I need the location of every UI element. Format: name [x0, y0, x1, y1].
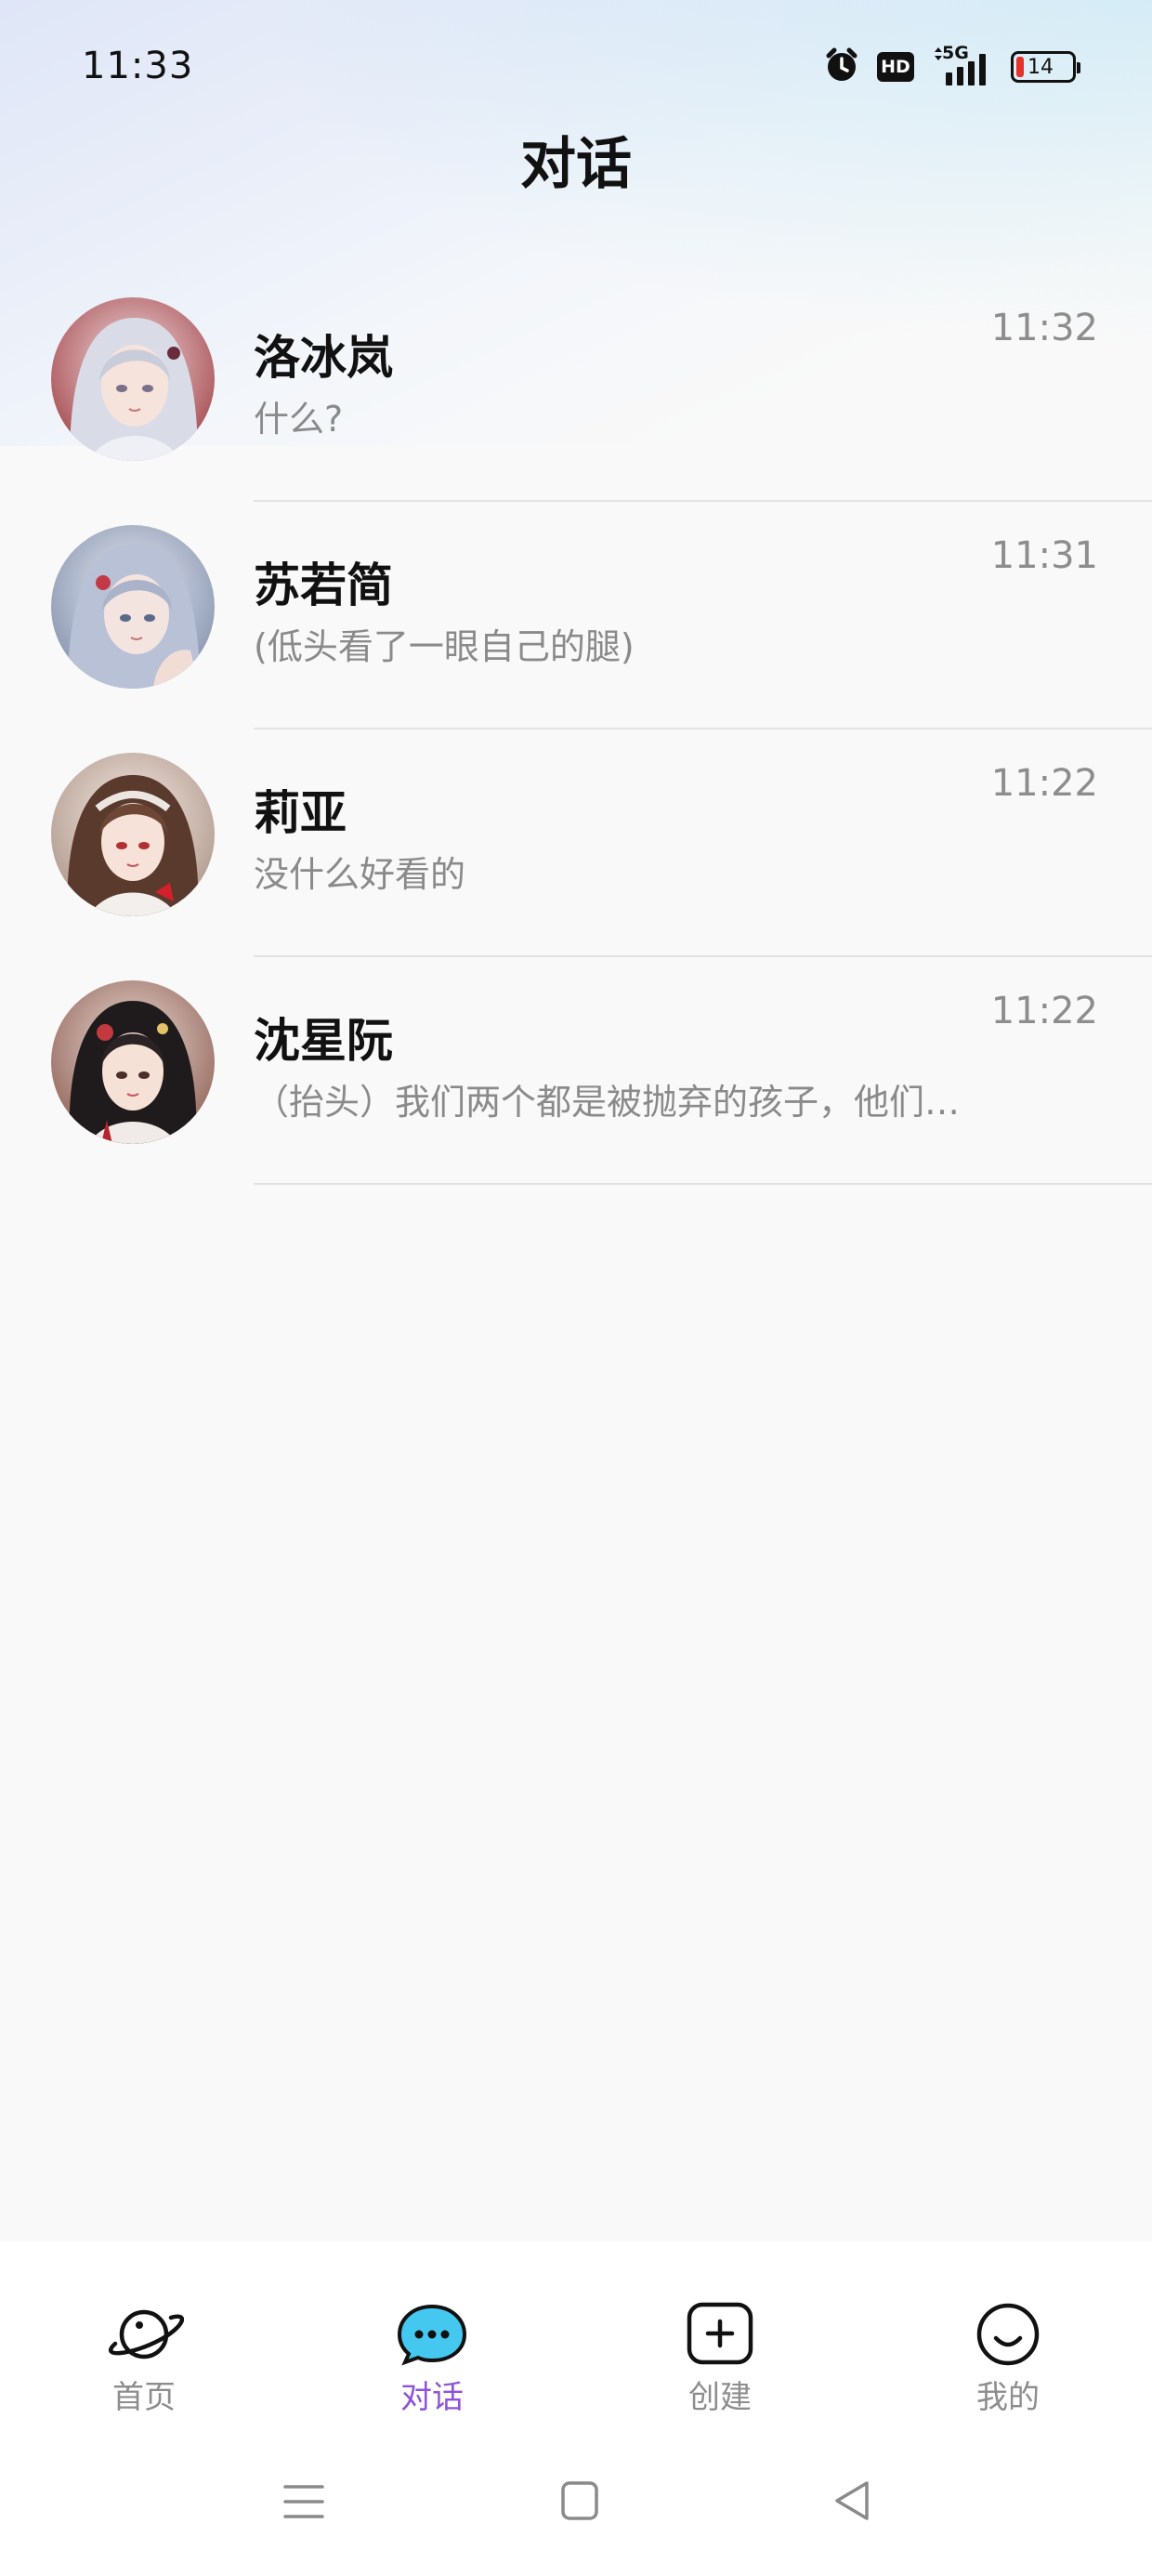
conversation-name: 苏若简	[254, 559, 393, 612]
menu-icon[interactable]	[283, 2474, 324, 2533]
conversation-item[interactable]: 苏若简 11:31 (低头看了一眼自己的腿)	[0, 502, 1152, 729]
avatar[interactable]	[51, 297, 215, 461]
conversation-name: 莉亚	[254, 786, 347, 840]
conversation-preview: 什么?	[254, 399, 344, 440]
conversation-name: 沈星阮	[254, 1014, 393, 1068]
conversation-preview: (低头看了一眼自己的腿)	[254, 626, 635, 667]
conversation-item[interactable]: 莉亚 11:22 没什么好看的	[0, 729, 1152, 957]
home-square-icon[interactable]	[559, 2474, 600, 2533]
conversation-preview: （抬头）我们两个都是被抛弃的孩子，他们…	[254, 1082, 961, 1123]
conversation-item[interactable]: 洛冰岚 11:32 什么?	[0, 274, 1152, 502]
back-triangle-icon[interactable]	[831, 2474, 872, 2533]
status-icons: HD 5G 14	[823, 43, 1080, 87]
tab-profile-label: 我的	[976, 2379, 1040, 2416]
divider	[254, 1183, 1152, 1185]
tab-home-label: 首页	[112, 2379, 176, 2416]
hd-icon: HD	[877, 52, 914, 82]
conversation-name: 洛冰岚	[254, 331, 393, 385]
conversation-time: 11:22	[990, 990, 1098, 1032]
conversation-list: 洛冰岚 11:32 什么? 苏若简 11:31 (低头看了一眼自己的腿) 莉亚 …	[0, 274, 1152, 1185]
avatar[interactable]	[51, 980, 215, 1144]
chat-bubble-icon	[339, 2301, 525, 2366]
status-time: 11:33	[82, 45, 194, 87]
smile-icon	[915, 2301, 1101, 2366]
bottom-navigation: 首页 对话 创建 我的	[0, 2241, 1152, 2576]
conversation-preview: 没什么好看的	[254, 854, 466, 895]
battery-level: 14	[1028, 55, 1054, 79]
battery-fill	[1016, 57, 1024, 77]
conversation-time: 11:22	[990, 762, 1098, 805]
battery-icon: 14	[1011, 51, 1080, 83]
tab-chat[interactable]: 对话	[339, 2301, 525, 2417]
conversation-time: 11:32	[990, 307, 1098, 349]
conversation-time: 11:31	[990, 534, 1098, 577]
tab-create-label: 创建	[688, 2379, 752, 2416]
tab-profile[interactable]: 我的	[915, 2301, 1101, 2417]
planet-icon	[51, 2301, 237, 2366]
system-navigation	[0, 2474, 1152, 2548]
page-title: 对话	[520, 132, 632, 197]
conversation-item[interactable]: 沈星阮 11:22 （抬头）我们两个都是被抛弃的孩子，他们…	[0, 957, 1152, 1185]
avatar[interactable]	[51, 525, 215, 689]
5g-signal-icon: 5G	[931, 43, 994, 87]
tab-create[interactable]: 创建	[627, 2301, 813, 2417]
alarm-clock-icon	[823, 46, 860, 87]
status-bar: 11:33 HD 5G 14	[0, 0, 1152, 130]
tab-home[interactable]: 首页	[51, 2301, 237, 2417]
tab-chat-label: 对话	[400, 2379, 464, 2416]
plus-square-icon	[627, 2301, 813, 2366]
avatar[interactable]	[51, 753, 215, 916]
